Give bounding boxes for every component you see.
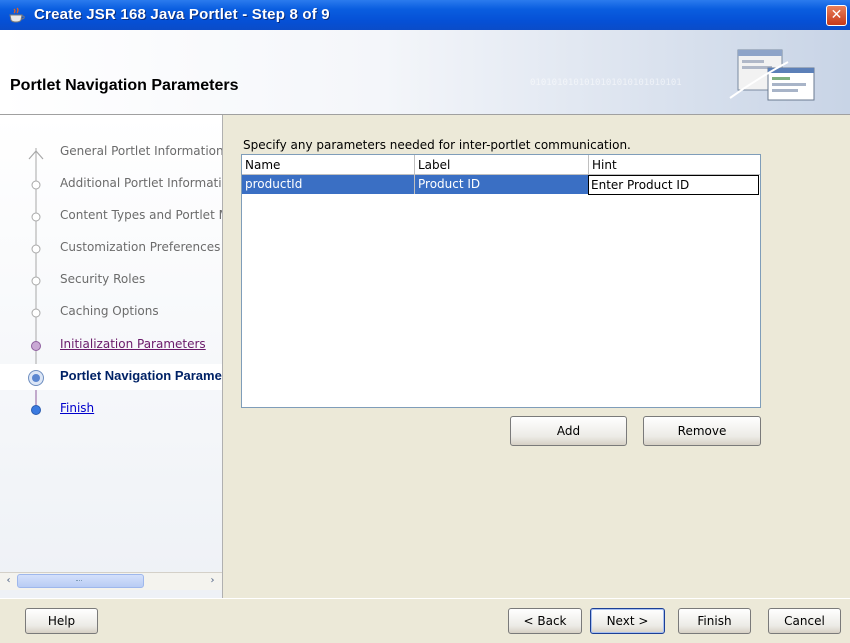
step-done-icon [31,180,41,190]
nav-step-label: Portlet Navigation Parameters [60,368,222,383]
column-header-name[interactable]: Name [242,155,415,175]
next-button-label: Next > [606,614,649,628]
cell-hint-editor[interactable]: Enter Product ID [588,175,759,195]
nav-step-label: Initialization Parameters [60,337,206,351]
coffee-cup-icon [9,7,25,23]
nav-step-initialization-parameters[interactable]: Initialization Parameters [0,333,222,359]
step-next-icon [31,405,41,415]
nav-step-label: General Portlet Information [60,144,222,158]
cancel-button[interactable]: Cancel [768,608,841,634]
wizard-header: Portlet Navigation Parameters 0101010101… [0,30,850,114]
step-start-icon [28,150,44,160]
remove-button[interactable]: Remove [643,416,761,446]
finish-button[interactable]: Finish [678,608,751,634]
back-button[interactable]: < Back [508,608,582,634]
finish-button-label: Finish [697,614,732,628]
nav-step-label: Additional Portlet Information [60,176,222,190]
footer-divider [0,598,850,599]
help-button-label: Help [47,614,76,628]
instructions-text: Specify any parameters needed for inter-… [243,138,631,152]
step-done-icon [31,212,41,222]
nav-step-content-types[interactable]: Content Types and Portlet Modes [0,204,222,230]
nav-step-finish[interactable]: Finish [0,397,222,423]
binary-decoration: 0101010101010101010101010101 [530,78,682,88]
remove-button-label: Remove [677,424,727,438]
close-button[interactable]: ✕ [826,5,847,26]
page-title: Portlet Navigation Parameters [10,77,239,94]
nav-step-additional-portlet-information[interactable]: Additional Portlet Information [0,172,222,198]
step-done-icon [31,244,41,254]
step-done-icon [31,308,41,318]
close-icon: ✕ [830,7,843,23]
help-button[interactable]: Help [25,608,98,634]
scroll-left-icon[interactable]: ‹ [1,574,16,589]
title-bar[interactable]: Create JSR 168 Java Portlet - Step 8 of … [0,0,850,30]
cell-name[interactable]: productId [242,175,415,194]
cancel-button-label: Cancel [784,614,825,628]
step-visited-icon [31,341,41,351]
nav-step-label: Content Types and Portlet Modes [60,208,222,222]
panel-divider [222,115,223,598]
column-header-hint[interactable]: Hint [589,155,760,175]
nav-step-general-portlet-information[interactable]: General Portlet Information [0,140,222,166]
nav-step-caching-options[interactable]: Caching Options [0,300,222,326]
nav-step-label: Customization Preferences [60,240,221,254]
steps-horizontal-scrollbar[interactable]: ‹ › [0,572,222,590]
window-title: Create JSR 168 Java Portlet - Step 8 of … [34,6,330,23]
parameters-table[interactable]: Name Label Hint productId Product ID Ent… [241,154,761,408]
nav-step-portlet-navigation-parameters[interactable]: Portlet Navigation Parameters [0,364,222,390]
step-current-icon [28,370,44,386]
add-button-label: Add [556,424,581,438]
nav-step-label: Caching Options [60,304,159,318]
scroll-thumb[interactable] [17,574,144,588]
column-header-label[interactable]: Label [415,155,589,175]
cell-label[interactable]: Product ID [415,175,589,194]
add-button[interactable]: Add [510,416,627,446]
nav-step-label: Security Roles [60,272,146,286]
nav-step-customization-preferences[interactable]: Customization Preferences [0,236,222,262]
next-button[interactable]: Next > [590,608,665,634]
wizard-document-icon [729,49,815,101]
scroll-right-icon[interactable]: › [205,574,220,589]
back-button-label: < Back [523,614,567,628]
grip-icon [76,580,82,584]
nav-step-security-roles[interactable]: Security Roles [0,268,222,294]
table-row[interactable]: productId Product ID Enter Product ID [242,175,760,195]
wizard-steps-panel: General Portlet Information Additional P… [0,115,222,598]
step-done-icon [31,276,41,286]
nav-step-label: Finish [60,401,95,415]
